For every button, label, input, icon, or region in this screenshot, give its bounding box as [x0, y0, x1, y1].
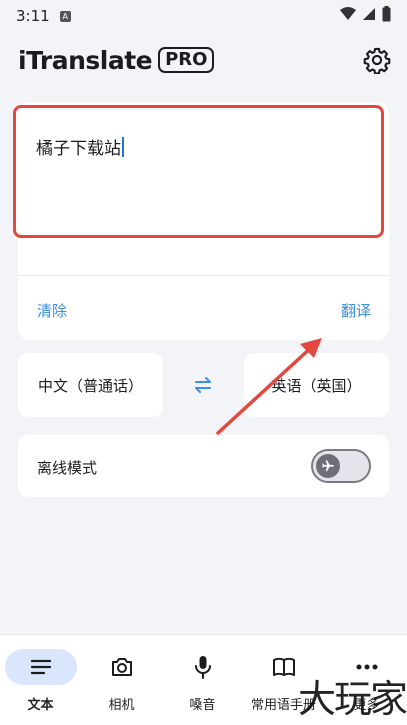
status-icons: [340, 6, 391, 22]
offline-mode-row: 离线模式: [18, 435, 389, 497]
pro-badge: PRO: [158, 47, 215, 73]
card-divider: [18, 275, 389, 276]
source-language-label: 中文（普通话）: [37, 376, 143, 395]
camera-icon: [86, 649, 158, 685]
text-caret: [122, 137, 124, 157]
status-bar: 3:11 A: [0, 0, 407, 32]
app-title: iTranslate: [18, 45, 153, 75]
status-time: 3:11: [16, 7, 50, 25]
translate-button[interactable]: 翻译: [341, 300, 371, 321]
notification-a-icon: A: [59, 10, 71, 22]
nav-label-camera: 相机: [108, 698, 135, 713]
microphone-icon: [167, 649, 239, 685]
battery-icon: [382, 6, 391, 22]
nav-item-text[interactable]: 文本: [0, 635, 81, 725]
source-text: 橘子下载站: [36, 139, 121, 159]
source-text-input[interactable]: 橘子下载站: [13, 105, 384, 238]
source-language-button[interactable]: 中文（普通话）: [18, 353, 163, 417]
text-lines-icon: [4, 649, 77, 685]
offline-mode-toggle[interactable]: [311, 449, 371, 483]
nav-label-text: 文本: [27, 698, 54, 713]
clear-button[interactable]: 清除: [37, 300, 67, 321]
wifi-icon: [340, 7, 356, 20]
nav-item-camera[interactable]: 相机: [81, 635, 162, 725]
signal-icon: [363, 8, 375, 20]
gear-icon[interactable]: [363, 46, 391, 74]
annotation-arrow: [216, 338, 322, 435]
airplane-icon: [316, 454, 340, 478]
nav-item-voice[interactable]: 嗓音: [162, 635, 243, 725]
nav-label-voice: 嗓音: [189, 698, 216, 713]
app-header: iTranslate PRO: [0, 40, 407, 80]
watermark: 大玩家: [298, 677, 407, 721]
offline-mode-label: 离线模式: [37, 459, 98, 477]
input-card: 橘子下载站 清除 翻译: [13, 102, 389, 340]
